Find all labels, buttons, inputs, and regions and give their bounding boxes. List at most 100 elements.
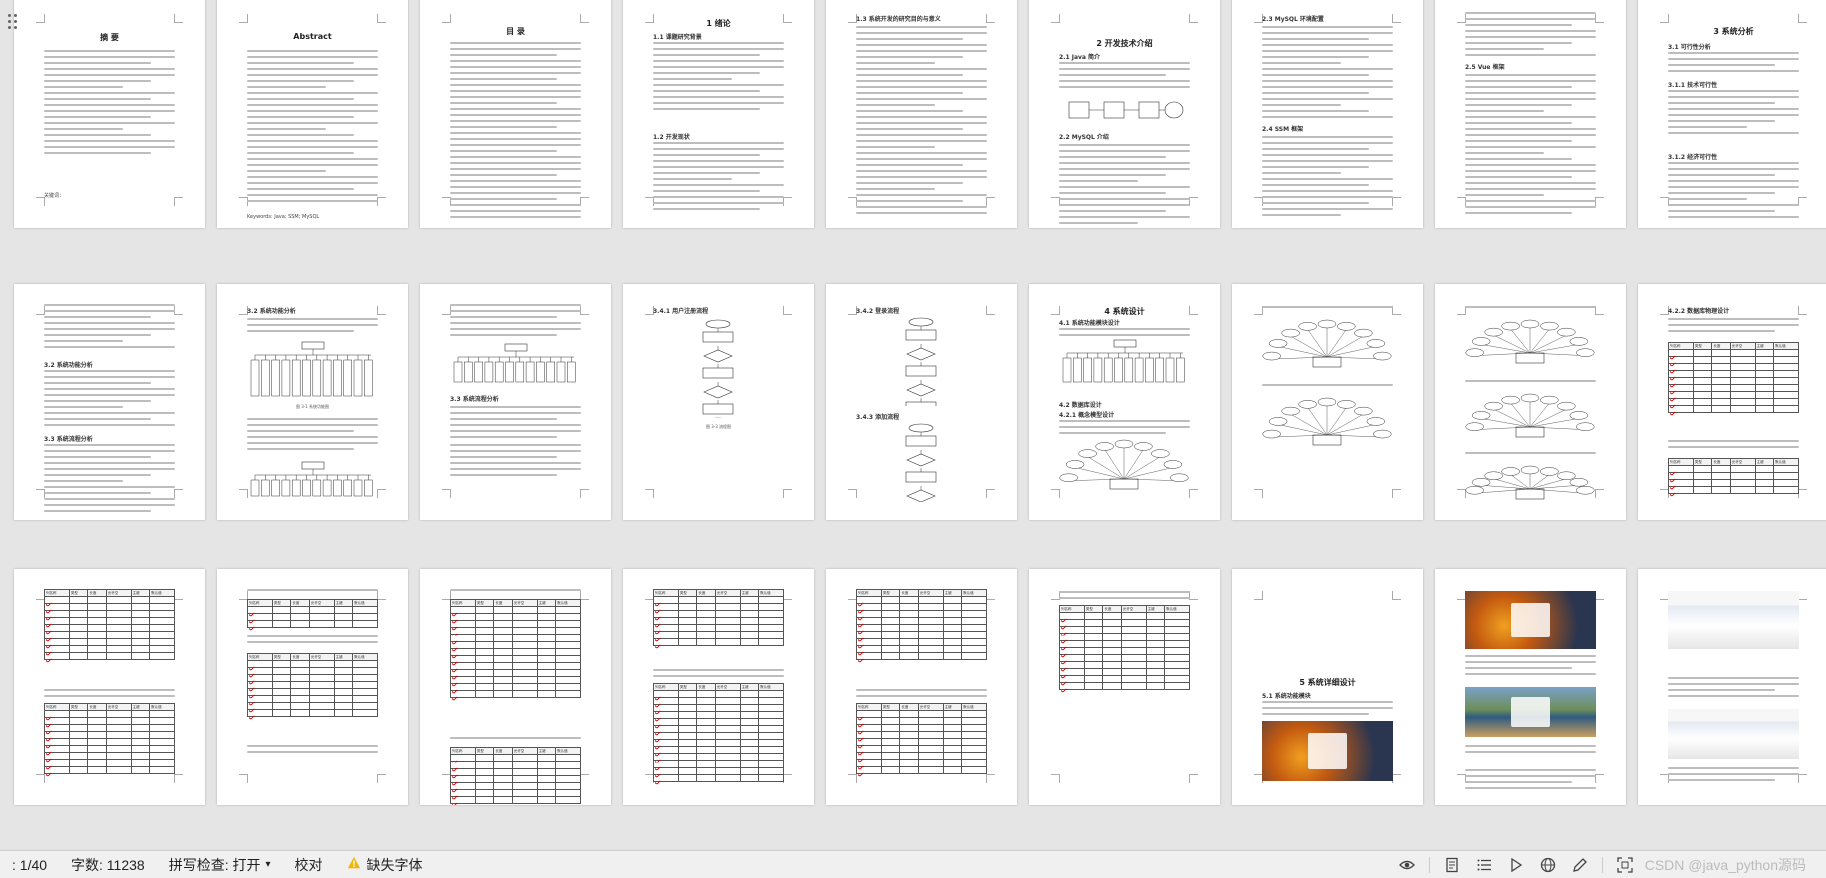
web-layout-icon[interactable] — [1538, 855, 1558, 875]
tree-part — [364, 479, 373, 497]
tree-part — [353, 479, 363, 497]
login-dialog — [1510, 602, 1551, 638]
er-part — [1354, 406, 1373, 416]
page-view-icon[interactable] — [1442, 855, 1462, 875]
er-part — [1493, 334, 1531, 354]
crop-mark — [1798, 14, 1807, 23]
section-heading: 4.2.1 概念模型设计 — [1059, 412, 1115, 419]
document-page[interactable]: 列名称 类型 长度 允许空 主键 默认值 列名称 类型 长度 允许空 主键 默认值 — [217, 569, 408, 805]
document-page[interactable]: 2.3 MySQL 环境配置 2.4 SSM 框架 — [1232, 0, 1423, 228]
text-lines — [1465, 745, 1596, 757]
flow-part — [905, 471, 937, 483]
document-page[interactable]: 3.2 系统功能分析图 3-1 系统功能图 — [217, 284, 408, 520]
er-part — [1114, 439, 1134, 449]
text-lines — [1668, 440, 1799, 452]
text-lines — [1465, 12, 1596, 60]
document-page[interactable]: 3.4.1 用户注册流程图 3-3 流程图 — [623, 284, 814, 520]
crop-mark — [1595, 306, 1604, 315]
crop-mark — [986, 306, 995, 315]
document-page[interactable] — [1638, 569, 1826, 805]
crop-mark — [1392, 306, 1401, 315]
crop-mark — [580, 591, 589, 600]
text-lines — [1668, 52, 1799, 76]
field-table: 列名称 类型 长度 允许空 主键 默认值 — [856, 703, 987, 774]
er-part — [1326, 424, 1376, 436]
document-page[interactable]: 4.2.2 数据库物理设计 列名称 类型 长度 允许空 主键 默认值 列名称 类型 长度 允许空主… — [1638, 284, 1826, 520]
document-page[interactable]: 列名称 类型 长度 允许空 主键 默认值 — [1029, 569, 1220, 805]
proofread-button[interactable]: 校对 — [283, 851, 335, 878]
tree-part — [271, 359, 280, 397]
document-page[interactable]: 目 录 — [420, 0, 611, 228]
document-page[interactable]: 2.5 Vue 框架 — [1435, 0, 1626, 228]
document-page[interactable]: 列名称 类型 长度 允许空 主键 默认值 列名称 类型 长度 允许空 主键 默认值 — [623, 569, 814, 805]
document-page[interactable] — [1435, 569, 1626, 805]
document-page[interactable]: Abstract Keywords: Java; SSM; MySQL — [217, 0, 408, 228]
field-table: 列名称 类型 长度 允许空 主键 默认值 — [44, 703, 175, 774]
missing-fonts-button[interactable]: 缺失字体 — [335, 851, 435, 878]
text-lines — [44, 689, 175, 701]
page-heading: 目 录 — [506, 27, 525, 36]
eye-protection-icon[interactable] — [1397, 855, 1417, 875]
crop-mark — [1392, 489, 1401, 498]
crop-mark — [986, 197, 995, 206]
document-page[interactable]: 1.3 系统开发的研究目的与意义 — [826, 0, 1017, 228]
document-page[interactable]: 列名称 类型 长度 允许空 主键 默认值 列名称 类型 长度 允许空 主键 默认值 — [420, 569, 611, 805]
fit-page-icon[interactable] — [1615, 855, 1635, 875]
document-page[interactable]: 2 开发技术介绍 2.1 Java 简介 2.2 MySQL 介绍 — [1029, 0, 1220, 228]
flow-part — [705, 319, 731, 329]
document-page[interactable] — [1232, 284, 1423, 520]
tree-part — [291, 479, 301, 497]
document-page[interactable] — [1435, 284, 1626, 520]
er-diagram — [1059, 439, 1189, 490]
crop-mark — [1798, 774, 1807, 783]
er-part — [1529, 474, 1550, 490]
page-indicator[interactable]: : 1/40 — [0, 851, 59, 878]
flow-part — [906, 383, 936, 397]
er-part — [1290, 413, 1328, 436]
er-part — [1471, 337, 1491, 346]
pen-icon[interactable] — [1570, 855, 1590, 875]
er-part — [1540, 321, 1559, 331]
document-page[interactable]: 列名称 类型 长度 允许空 主键 默认值 列名称 类型 长度 允许空 主键 默认值 — [14, 569, 205, 805]
flow-part — [905, 401, 937, 406]
tree-part — [322, 359, 332, 397]
document-page[interactable]: 摘 要关键词： — [14, 0, 205, 228]
crop-mark — [377, 591, 386, 600]
outline-view-icon[interactable] — [1474, 855, 1494, 875]
tree-part — [353, 359, 363, 397]
crop-mark — [174, 489, 183, 498]
document-page[interactable]: 4 系统设计 4.1 系统功能模块设计 4.2 数据库设计 4.2.1 概念模型设计 — [1029, 284, 1220, 520]
tree-part — [1176, 357, 1185, 383]
text-lines — [1059, 62, 1190, 92]
text-lines — [247, 745, 378, 757]
document-page[interactable]: 1 绪论 1.1 课题研究背景 1.2 开发现状 — [623, 0, 814, 228]
crop-mark — [1392, 197, 1401, 206]
document-page[interactable]: 3.4.2 登录流程 3.4.3 添加流程 — [826, 284, 1017, 520]
section-heading: 1.1 课题研究背景 — [653, 34, 702, 41]
document-page[interactable]: 3 系统分析 3.1 可行性分析 3.1.1 技术可行性 3.1.2 经济可行性 — [1638, 0, 1826, 228]
er-part — [1501, 395, 1520, 405]
crop-mark — [986, 774, 995, 783]
crop-mark — [1660, 14, 1669, 23]
document-page[interactable]: 列名称 类型 长度 允许空 主键 默认值 列名称 类型 长度 允许空 主键 默认值 — [826, 569, 1017, 805]
word-count[interactable]: 字数: 11238 — [59, 851, 157, 878]
drag-handle-icon[interactable] — [8, 14, 18, 30]
crop-mark — [377, 197, 386, 206]
text-lines — [856, 689, 987, 701]
document-page[interactable]: 3.2 系统功能分析 3.3 系统流程分析 — [14, 284, 205, 520]
section-heading: 3.2 系统功能分析 — [247, 308, 296, 315]
er-part — [1373, 351, 1392, 361]
document-pages-view[interactable]: 摘 要关键词： Abstract Keywords: Java; SSM; MySQ… — [0, 0, 1826, 850]
text-lines — [247, 589, 378, 595]
document-page[interactable]: 3.3 系统流程分析 — [420, 284, 611, 520]
page-heading: 4 系统设计 — [1104, 307, 1145, 316]
crop-mark — [239, 774, 248, 783]
spell-check-toggle[interactable]: 拼写检查: 打开 ▾ — [157, 851, 283, 878]
tree-part — [291, 359, 301, 397]
tree-part — [536, 361, 545, 383]
document-page[interactable]: 5 系统详细设计 5.1 系统功能模块 — [1232, 569, 1423, 805]
play-icon[interactable] — [1506, 855, 1526, 875]
er-diagram — [1262, 397, 1392, 446]
text-lines — [653, 669, 784, 681]
tree-diagram — [250, 461, 373, 497]
